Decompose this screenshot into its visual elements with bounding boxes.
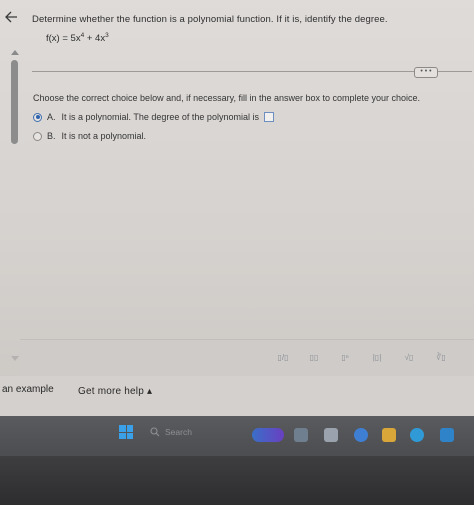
scroll-down-arrow-icon[interactable]	[11, 356, 19, 361]
choice-b-letter: B.	[47, 131, 56, 141]
exponent-2: 3	[105, 32, 109, 39]
mixed-number-tool-button[interactable]: ▯▯	[306, 351, 322, 365]
windows-start-icon[interactable]	[119, 425, 133, 439]
get-more-help-link[interactable]: Get more help ▴	[78, 386, 152, 397]
math-toolbar: ▯/▯ ▯▯ ▯ⁿ |▯| √▯ ∛▯	[20, 339, 474, 377]
absolute-value-tool-button[interactable]: |▯|	[368, 351, 386, 365]
os-taskbar	[0, 416, 474, 456]
square-root-tool-button[interactable]: √▯	[400, 351, 418, 365]
choice-b-radio[interactable]	[33, 131, 42, 141]
cube-root-tool-button[interactable]: ∛▯	[432, 351, 450, 365]
app-screen: Determine whether the function is a poly…	[0, 0, 474, 416]
edge-browser-icon[interactable]	[410, 428, 424, 442]
exponent-tool-button[interactable]: ▯ⁿ	[338, 351, 352, 365]
widgets-icon[interactable]	[252, 428, 284, 442]
scroll-up-arrow-icon[interactable]	[11, 50, 19, 55]
file-explorer-icon[interactable]	[324, 428, 338, 442]
bottom-bar	[0, 376, 474, 416]
view-example-link[interactable]: an example	[2, 384, 54, 395]
choice-a-text: It is a polynomial. The degree of the po…	[61, 112, 259, 122]
search-icon	[150, 427, 160, 437]
choice-b-text: It is not a polynomial.	[61, 131, 147, 141]
function-expression: f(x) = 5x4 + 4x3	[46, 32, 109, 44]
function-lhs: f(x) = 5x	[46, 33, 81, 44]
question-prompt: Determine whether the function is a poly…	[32, 14, 388, 25]
fraction-tool-button[interactable]: ▯/▯	[276, 351, 290, 365]
choice-b[interactable]: B. It is not a polynomial.	[33, 131, 146, 141]
choice-a-letter: A.	[47, 112, 56, 122]
back-arrow-icon[interactable]	[2, 8, 20, 26]
section-divider	[32, 71, 472, 72]
choice-a[interactable]: A. It is a polynomial. The degree of the…	[33, 112, 274, 122]
taskbar-search[interactable]: Search	[150, 427, 192, 437]
search-placeholder: Search	[165, 427, 192, 437]
degree-answer-input[interactable]	[263, 112, 274, 122]
store-icon[interactable]	[440, 428, 454, 442]
chat-icon[interactable]	[294, 428, 308, 442]
function-mid: + 4x	[84, 33, 106, 44]
instructions-text: Choose the correct choice below and, if …	[33, 93, 421, 103]
choice-a-radio[interactable]	[33, 112, 42, 122]
laptop-bezel	[0, 456, 474, 505]
more-options-button[interactable]: • • •	[414, 67, 438, 78]
app-icon[interactable]	[354, 428, 368, 442]
scrollbar-thumb[interactable]	[11, 60, 18, 144]
folder-icon[interactable]	[382, 428, 396, 442]
